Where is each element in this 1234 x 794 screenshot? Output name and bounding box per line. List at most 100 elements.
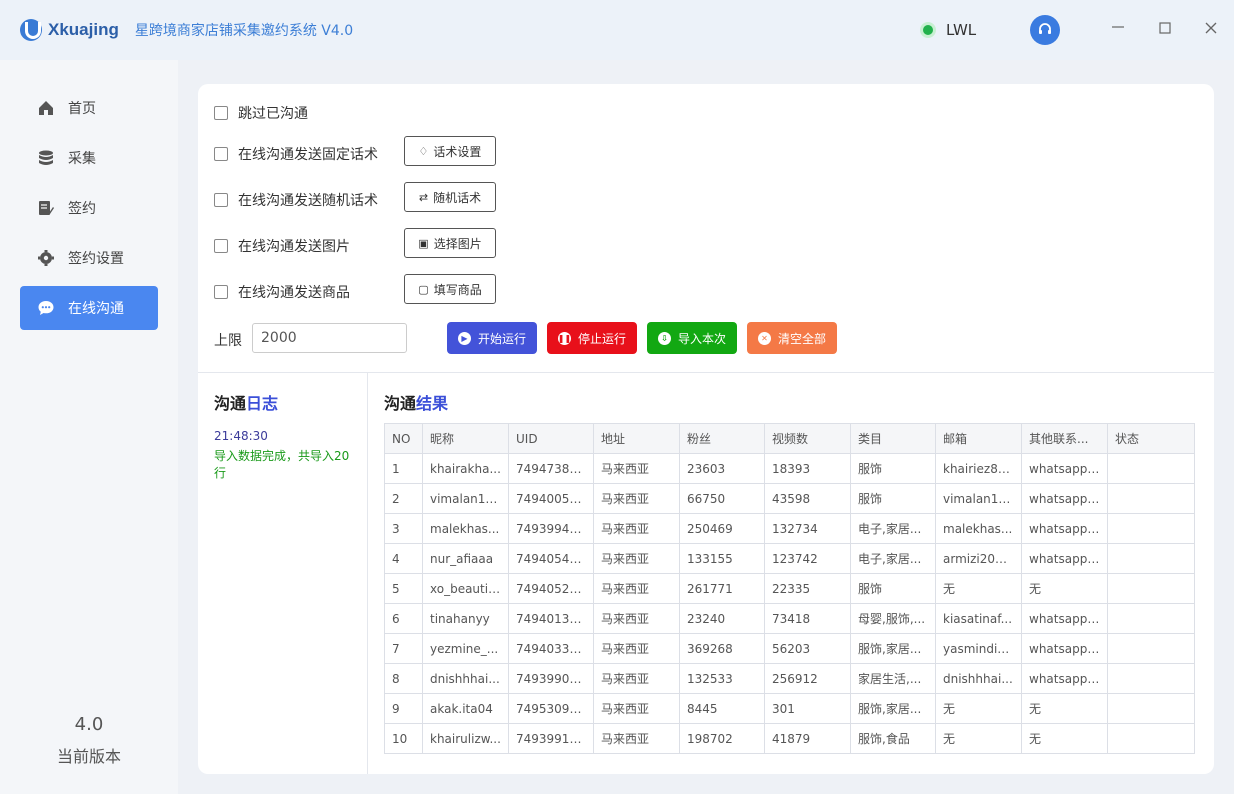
table-cell: vimalan15...: [422, 483, 509, 514]
table-cell: whatsapp:...: [1021, 543, 1108, 574]
column-header[interactable]: 昵称: [422, 423, 509, 454]
table-row[interactable]: 4 nur_afiaaa 74940540... 马来西亚 133155 123742 电子…: [384, 543, 1195, 574]
option-send-product[interactable]: 在线沟通发送商品: [214, 282, 350, 302]
column-header[interactable]: 类目: [850, 423, 936, 454]
logo-icon: [20, 19, 42, 41]
table-cell: 74940333...: [508, 633, 594, 664]
fill-product-button[interactable]: ▢ 填写商品: [404, 274, 496, 304]
table-cell: 服饰,食品: [850, 723, 936, 754]
script-settings-button[interactable]: ♢ 话术设置: [404, 136, 496, 166]
sidebar-item-home[interactable]: 首页: [20, 86, 158, 130]
table-cell: 74940540...: [508, 543, 594, 574]
table-cell: 9: [384, 693, 423, 724]
table-cell: kiasatinaf...: [935, 603, 1022, 634]
table-row[interactable]: 5 xo_beautif... 74940528... 马来西亚 261771 22335…: [384, 573, 1195, 604]
table-cell: 马来西亚: [593, 453, 680, 484]
table-cell: yasmindiy...: [935, 633, 1022, 664]
stop-button[interactable]: ❚❚ 停止运行: [547, 322, 637, 354]
image-icon: ▣: [418, 236, 429, 250]
checkbox[interactable]: [214, 106, 228, 120]
table-cell: 74939945...: [508, 513, 594, 544]
sidebar-item-collect[interactable]: 采集: [20, 136, 158, 180]
table-cell: 母婴,服饰,...: [850, 603, 936, 634]
table-cell: 服饰,家居...: [850, 693, 936, 724]
table-cell: [1107, 663, 1195, 694]
table-row[interactable]: 7 yezmine_... 74940333... 马来西亚 369268 56203 服饰…: [384, 633, 1195, 664]
select-image-button[interactable]: ▣ 选择图片: [404, 228, 496, 258]
table-cell: tinahanyy: [422, 603, 509, 634]
table-cell: 74939919...: [508, 723, 594, 754]
table-cell: 电子,家居...: [850, 513, 936, 544]
column-header[interactable]: 地址: [593, 423, 680, 454]
table-row[interactable]: 9 akak.ita04 74953091... 马来西亚 8445 301 服饰,家居..…: [384, 693, 1195, 724]
column-header[interactable]: 邮箱: [935, 423, 1022, 454]
table-cell: 马来西亚: [593, 603, 680, 634]
option-random-script[interactable]: 在线沟通发送随机话术: [214, 190, 378, 210]
sidebar-item-label: 签约设置: [68, 251, 124, 267]
table-cell: 无: [1021, 693, 1108, 724]
results-table[interactable]: NO 昵称 UID 地址 粉丝 视频数 类目 邮箱 其他联系... 状态 1 kh…: [384, 423, 1195, 754]
random-script-button[interactable]: ⇄ 随机话术: [404, 182, 496, 212]
support-button[interactable]: [1030, 15, 1060, 45]
checkbox[interactable]: [214, 147, 228, 161]
table-cell: 7: [384, 633, 423, 664]
table-cell: 41879: [764, 723, 851, 754]
option-skip-contacted[interactable]: 跳过已沟通: [214, 103, 308, 123]
app-logo: Xkuajing: [20, 19, 119, 41]
table-row[interactable]: 2 vimalan15... 74940053... 马来西亚 66750 43598 服饰…: [384, 483, 1195, 514]
column-header[interactable]: 其他联系...: [1021, 423, 1108, 454]
log-title: 沟通日志: [214, 390, 278, 414]
table-cell: 56203: [764, 633, 851, 664]
clear-icon: ✕: [757, 331, 771, 345]
table-cell: khairulizw...: [422, 723, 509, 754]
table-cell: 256912: [764, 663, 851, 694]
maximize-button[interactable]: [1154, 18, 1176, 40]
column-header[interactable]: 粉丝: [679, 423, 765, 454]
table-cell: 服饰: [850, 453, 936, 484]
table-cell: 马来西亚: [593, 633, 680, 664]
checkbox[interactable]: [214, 239, 228, 253]
version-number: 4.0: [74, 714, 104, 735]
table-cell: 74953091...: [508, 693, 594, 724]
table-cell: [1107, 453, 1195, 484]
sidebar-item-sign[interactable]: 签约: [20, 186, 158, 230]
table-row[interactable]: 8 dnishhhai... 74939906... 马来西亚 132533 256912…: [384, 663, 1195, 694]
option-fixed-script[interactable]: 在线沟通发送固定话术: [214, 144, 378, 164]
sidebar-item-label: 在线沟通: [68, 301, 124, 317]
close-icon: [1205, 22, 1217, 34]
shopping-bag-icon: ▢: [418, 282, 429, 296]
table-row[interactable]: 3 malekhas... 74939945... 马来西亚 250469 132734 电…: [384, 513, 1195, 544]
username: LWL: [946, 21, 977, 39]
table-row[interactable]: 10 khairulizw... 74939919... 马来西亚 198702 4187…: [384, 723, 1195, 754]
version-label: 当前版本: [56, 747, 121, 766]
checkbox[interactable]: [214, 285, 228, 299]
table-cell: 74940139...: [508, 603, 594, 634]
database-icon: [36, 148, 56, 168]
table-cell: [1107, 513, 1195, 544]
option-send-image[interactable]: 在线沟通发送图片: [214, 236, 350, 256]
table-cell: 18393: [764, 453, 851, 484]
limit-input[interactable]: [252, 323, 407, 353]
column-header[interactable]: 状态: [1107, 423, 1195, 454]
close-button[interactable]: [1200, 18, 1222, 40]
table-cell: 马来西亚: [593, 693, 680, 724]
pause-icon: ❚❚: [557, 331, 572, 345]
sidebar-item-sign-settings[interactable]: 签约设置: [20, 236, 158, 280]
column-header[interactable]: UID: [508, 423, 594, 454]
button-label: 随机话术: [433, 190, 482, 205]
clear-button[interactable]: ✕ 清空全部: [747, 322, 837, 354]
sidebar-item-online-chat[interactable]: 在线沟通: [20, 286, 158, 330]
table-row[interactable]: 1 khairakha... 74947387... 马来西亚 23603 18393 服饰…: [384, 453, 1195, 484]
column-header[interactable]: NO: [384, 423, 423, 454]
chat-bubble-icon: ♢: [418, 144, 429, 158]
table-cell: 301: [764, 693, 851, 724]
table-cell: 家居生活,...: [850, 663, 936, 694]
table-row[interactable]: 6 tinahanyy 74940139... 马来西亚 23240 73418 母婴,服饰…: [384, 603, 1195, 634]
column-header[interactable]: 视频数: [764, 423, 851, 454]
table-cell: whatsapp:...: [1021, 663, 1108, 694]
import-button[interactable]: ⇩ 导入本次: [647, 322, 737, 354]
checkbox[interactable]: [214, 193, 228, 207]
start-button[interactable]: ▶ 开始运行: [447, 322, 537, 354]
limit-label: 上限: [214, 333, 242, 349]
minimize-button[interactable]: [1107, 18, 1129, 40]
